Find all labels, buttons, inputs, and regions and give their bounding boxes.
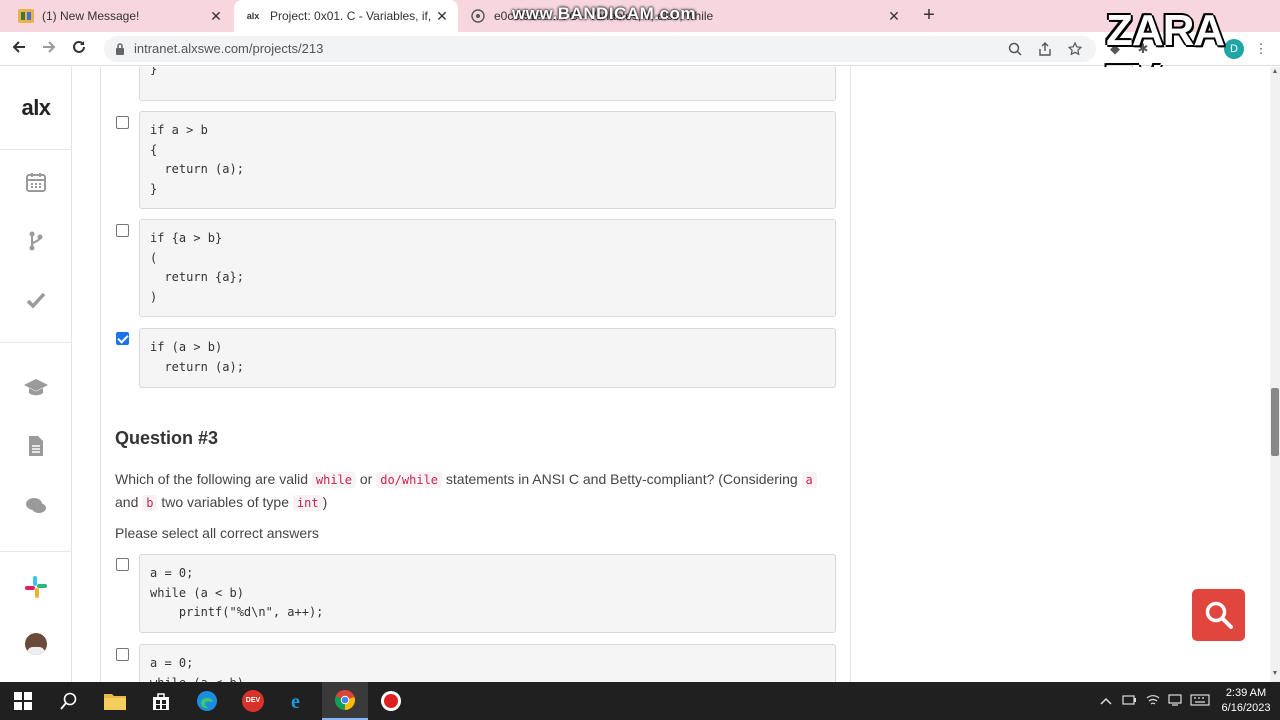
question-text: Which of the following are valid while o… (115, 468, 835, 514)
answer-checkbox[interactable] (116, 116, 129, 129)
scrollbar-thumb[interactable] (1271, 388, 1279, 456)
answer-checkbox[interactable] (116, 558, 129, 571)
answer-option-code: a = 0; while (a < b) printf("%d\n", a++)… (139, 554, 836, 633)
alx-icon: alx (246, 11, 260, 21)
scroll-down-arrow-icon[interactable]: ▼ (1270, 670, 1280, 680)
slack-icon[interactable] (24, 575, 48, 599)
windows-start-icon[interactable] (0, 682, 46, 720)
question-text-part: and (115, 494, 143, 510)
clock-time: 2:39 AM (1225, 687, 1267, 699)
lock-icon (115, 36, 125, 65)
tab-title: (1) New Message! (42, 9, 140, 23)
tab-new-message[interactable]: (1) New Message! ✕ (0, 0, 232, 32)
answer-hint: Please select all correct answers (115, 525, 319, 541)
document-icon[interactable] (0, 435, 72, 463)
answer-option-code: if a > b { return (a); } (139, 111, 836, 209)
sidebar-divider (0, 551, 72, 552)
sidebar-divider (0, 149, 72, 150)
microsoft-store-icon[interactable] (138, 682, 184, 720)
dev-badge: DEV (242, 690, 264, 712)
answer-option-code: } (139, 67, 836, 101)
notification-icon[interactable] (1168, 694, 1182, 709)
chrome-icon[interactable] (322, 682, 368, 720)
browser-toolbar: intranet.alxswe.com/projects/213 ◆ ✱ D ⋮ (0, 32, 1280, 66)
graduation-cap-icon[interactable] (0, 376, 72, 404)
tab-close-icon[interactable]: ✕ (886, 8, 902, 25)
tab-close-icon[interactable]: ✕ (208, 8, 224, 25)
globe-icon (470, 8, 486, 24)
gmail-icon (18, 8, 34, 24)
taskbar-search-icon[interactable] (46, 682, 92, 720)
answer-option-code: if (a > b) return (a); (139, 328, 836, 388)
answer-checkbox[interactable] (116, 648, 129, 661)
calendar-icon[interactable] (0, 171, 72, 199)
answer-option-code: a = 0; while (a < b) (139, 644, 836, 682)
zoom-icon[interactable] (1008, 36, 1022, 64)
alx-logo[interactable]: alx (0, 95, 72, 121)
reload-icon[interactable] (68, 38, 90, 60)
recorder-watermark: www.BANDICAM.com (512, 4, 696, 23)
svg-text:e: e (291, 691, 300, 712)
page-scrollbar[interactable] (1270, 67, 1280, 682)
answer-checkbox-checked[interactable] (116, 332, 129, 345)
system-clock[interactable]: 2:39 AM 6/16/2023 (1218, 686, 1274, 716)
clock-date: 6/16/2023 (1221, 702, 1271, 714)
question-text-part: ) (322, 494, 328, 510)
forward-arrow-icon[interactable] (38, 38, 60, 60)
edge-icon[interactable] (184, 682, 230, 720)
tab-title: Project: 0x01. C - Variables, if, else (270, 9, 434, 23)
battery-icon[interactable] (1122, 694, 1136, 709)
url-text: intranet.alxswe.com/projects/213 (134, 41, 324, 56)
inline-code: do/while (376, 472, 443, 488)
question-title: Question #3 (115, 428, 219, 448)
project-content: } if a > b { return (a); } if {a > b} ( … (100, 67, 851, 682)
inline-code: a (801, 472, 817, 488)
question-text-part: or (356, 471, 377, 487)
question-text-part: two variables of type (157, 494, 293, 510)
sidebar-divider (0, 342, 72, 343)
dev-app-icon[interactable]: DEV (230, 682, 276, 720)
answer-option-code: if {a > b} ( return {a}; ) (139, 219, 836, 317)
question-text-part: Which of the following are valid (115, 471, 312, 487)
check-icon[interactable] (0, 289, 72, 317)
wifi-icon[interactable] (1146, 694, 1160, 709)
windows-taskbar: DEV e 2:39 AM 6/16/2023 (0, 682, 1280, 720)
chat-icon[interactable] (0, 495, 72, 523)
scroll-up-arrow-icon[interactable]: ▲ (1270, 68, 1280, 78)
tab-project[interactable]: alx Project: 0x01. C - Variables, if, el… (234, 0, 458, 32)
answer-checkbox[interactable] (116, 224, 129, 237)
search-icon (1205, 601, 1233, 629)
inline-code: int (292, 495, 323, 511)
ie-icon[interactable]: e (276, 682, 322, 720)
bookmark-star-icon[interactable] (1067, 36, 1083, 64)
question-text-part: statements in ANSI C and Betty-compliant… (442, 471, 802, 487)
user-avatar[interactable] (25, 633, 47, 655)
inline-code: while (311, 472, 356, 488)
keyboard-icon[interactable] (1190, 694, 1210, 709)
tray-chevron-icon[interactable] (1100, 694, 1112, 709)
bandicam-record-icon[interactable] (368, 682, 414, 720)
search-button[interactable] (1192, 589, 1245, 641)
app-sidebar: alx (0, 67, 72, 682)
tab-close-icon[interactable]: ✕ (434, 8, 450, 25)
file-explorer-icon[interactable] (92, 682, 138, 720)
address-bar[interactable]: intranet.alxswe.com/projects/213 (104, 36, 1096, 62)
inline-code: b (142, 495, 158, 511)
branch-icon[interactable] (0, 230, 72, 258)
new-tab-button[interactable]: + (918, 4, 940, 26)
share-icon[interactable] (1038, 36, 1052, 64)
back-arrow-icon[interactable] (8, 38, 30, 60)
